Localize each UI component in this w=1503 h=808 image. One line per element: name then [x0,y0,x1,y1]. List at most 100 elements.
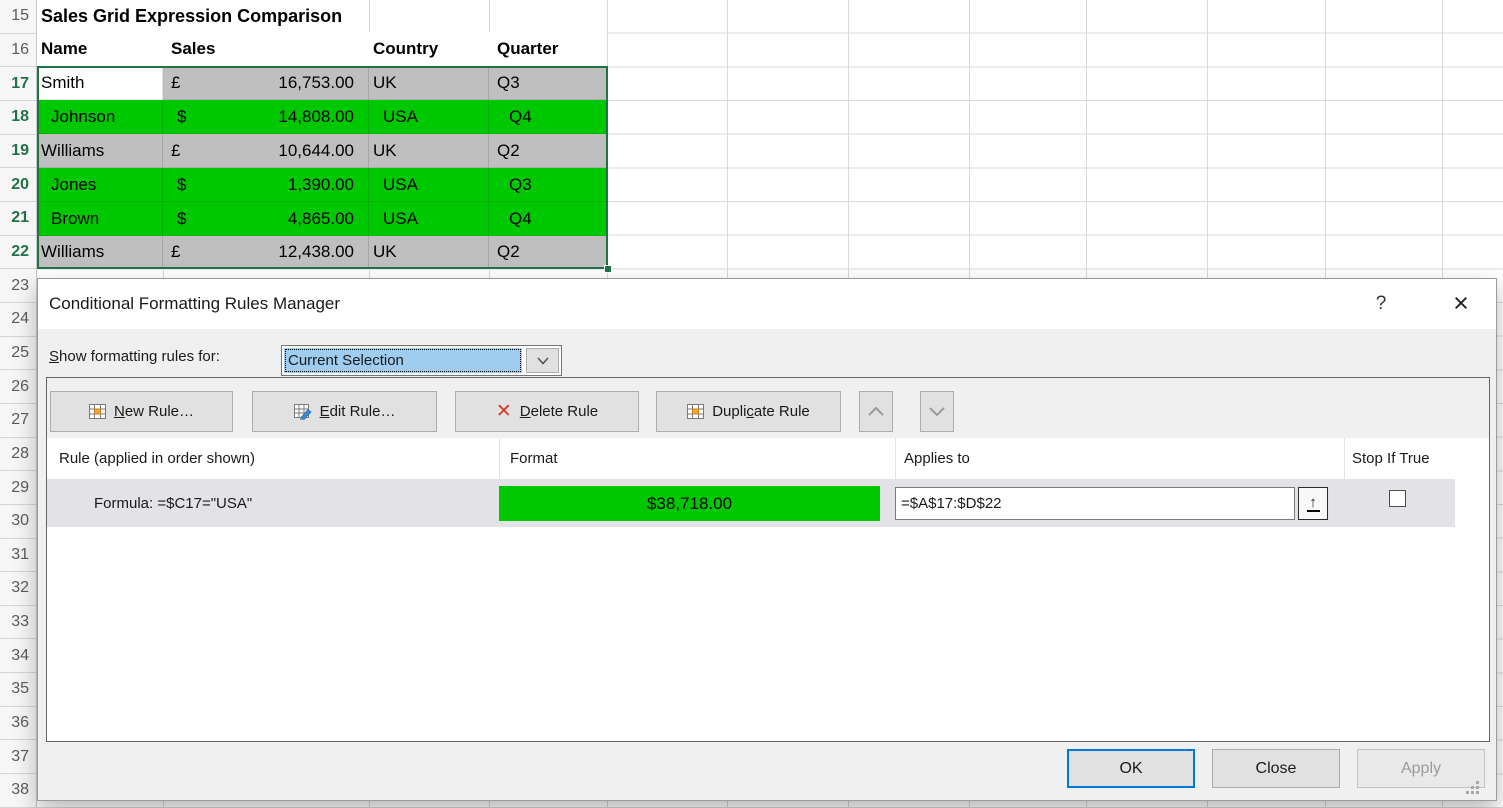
row-header-37[interactable]: 37 [0,740,36,774]
close-icon[interactable]: × [1444,286,1478,320]
row-header-32[interactable]: 32 [0,572,36,606]
cell-name[interactable]: Johnson [37,100,163,134]
cell-name[interactable]: Jones [37,168,163,202]
row-header-26[interactable]: 26 [0,370,36,404]
collapse-dialog-button[interactable]: ↑ [1298,487,1328,520]
chevron-down-icon[interactable] [526,348,559,373]
cell-quarter[interactable]: Q2 [489,134,607,168]
resize-grip[interactable] [1465,780,1480,795]
row-header-33[interactable]: 33 [0,606,36,640]
applies-to-input[interactable]: =$A$17:$D$22 [895,487,1295,520]
cell-sales[interactable]: $14,808.00 [163,100,369,134]
column-separator [499,438,500,479]
sheet-title-cell[interactable]: Sales Grid Expression Comparison [41,0,348,32]
new-rule-button[interactable]: New Rule… [50,391,233,432]
cell-sales[interactable]: $1,390.00 [163,168,369,202]
row-header-17[interactable]: 17 [0,67,36,101]
rule-list-item[interactable]: Formula: =$C17="USA" $38,718.00 =$A$17:$… [47,479,1455,527]
move-rule-up-button[interactable] [859,391,893,432]
row-header-15[interactable]: 15 [0,0,36,34]
cell-country[interactable]: UK [369,134,489,168]
duplicate-rule-button[interactable]: Duplicate Rule [656,391,841,432]
row-header-20[interactable]: 20 [0,168,36,202]
rules-list-header: Rule (applied in order shown) Format App… [47,438,1489,479]
row-header-19[interactable]: 19 [0,135,36,169]
cell-country[interactable]: USA [369,202,489,236]
cell-name[interactable]: Smith [37,66,163,100]
row-header-24[interactable]: 24 [0,303,36,337]
currency-symbol: $ [177,209,186,229]
cell-quarter[interactable]: Q3 [489,168,607,202]
row-header-36[interactable]: 36 [0,707,36,741]
row-header-21[interactable]: 21 [0,202,36,236]
cell-quarter[interactable]: Q4 [489,100,607,134]
sheet-row-22[interactable]: Williams £12,438.00 UK Q2 [37,236,607,269]
currency-symbol: £ [171,242,180,262]
chevron-up-icon [868,407,884,416]
show-rules-for-dropdown[interactable]: Current Selection [281,345,562,376]
row-header-23[interactable]: 23 [0,269,36,303]
cell-name[interactable]: Williams [37,134,163,168]
dialog-titlebar[interactable]: Conditional Formatting Rules Manager ? × [38,279,1496,329]
currency-symbol: $ [177,175,186,195]
cell-country[interactable]: USA [369,100,489,134]
dialog-title: Conditional Formatting Rules Manager [49,294,340,314]
row-header-18[interactable]: 18 [0,101,36,135]
ok-button[interactable]: OK [1067,749,1195,788]
row-header-28[interactable]: 28 [0,438,36,472]
collapse-arrow-icon: ↑ [1307,496,1320,512]
row-header-16[interactable]: 16 [0,34,36,68]
cell-name[interactable]: Brown [37,202,163,236]
rules-list-container: New Rule… Edit Rule… ✕ Delete Rule Dupli… [46,377,1490,742]
row-header-column: 1516171819202122232425262728293031323334… [0,0,37,808]
stop-if-true-checkbox[interactable] [1389,490,1406,507]
cell-country[interactable]: UK [369,236,489,269]
amount: 14,808.00 [278,107,354,127]
edit-rule-button[interactable]: Edit Rule… [252,391,437,432]
currency-symbol: £ [171,141,180,161]
sheet-row-17[interactable]: Smith £16,753.00 UK Q3 [37,66,607,100]
row-header-22[interactable]: 22 [0,236,36,270]
row-header-25[interactable]: 25 [0,337,36,371]
cell-country[interactable]: UK [369,66,489,100]
col-header-quarter[interactable]: Quarter [489,32,607,66]
row-header-35[interactable]: 35 [0,673,36,707]
amount: 12,438.00 [278,242,354,262]
currency-symbol: £ [171,73,180,93]
sheet-row-18[interactable]: Johnson $14,808.00 USA Q4 [37,100,607,134]
rule-formula-text: Formula: =$C17="USA" [94,479,252,527]
close-button[interactable]: Close [1212,749,1340,788]
col-header-country[interactable]: Country [369,32,489,66]
cell-sales[interactable]: $4,865.00 [163,202,369,236]
cell-quarter[interactable]: Q3 [489,66,607,100]
cell-quarter[interactable]: Q2 [489,236,607,269]
row-header-38[interactable]: 38 [0,774,36,808]
sheet-row-21[interactable]: Brown $4,865.00 USA Q4 [37,202,607,236]
sheet-row-20[interactable]: Jones $1,390.00 USA Q3 [37,168,607,202]
move-rule-down-button[interactable] [920,391,954,432]
delete-rule-button[interactable]: ✕ Delete Rule [455,391,639,432]
show-formatting-rules-label: Show formatting rules for: [49,348,220,365]
format-preview: $38,718.00 [499,486,880,521]
header-stop-if-true: Stop If True [1352,438,1430,479]
row-header-30[interactable]: 30 [0,505,36,539]
col-header-name[interactable]: Name [37,32,163,66]
cell-sales[interactable]: £10,644.00 [163,134,369,168]
col-header-sales[interactable]: Sales [163,32,369,66]
cell-sales[interactable]: £12,438.00 [163,236,369,269]
cell-sales[interactable]: £16,753.00 [163,66,369,100]
new-rule-label: New Rule… [114,403,194,420]
header-format: Format [510,438,558,479]
help-icon[interactable]: ? [1368,289,1394,319]
cell-name[interactable]: Williams [37,236,163,269]
row-header-29[interactable]: 29 [0,471,36,505]
red-x-icon: ✕ [496,402,512,421]
row-header-31[interactable]: 31 [0,539,36,573]
row-header-34[interactable]: 34 [0,639,36,673]
header-rule: Rule (applied in order shown) [59,438,255,479]
row-header-27[interactable]: 27 [0,404,36,438]
cell-quarter[interactable]: Q4 [489,202,607,236]
conditional-formatting-rules-manager-dialog: Conditional Formatting Rules Manager ? ×… [37,278,1497,801]
cell-country[interactable]: USA [369,168,489,202]
sheet-row-19[interactable]: Williams £10,644.00 UK Q2 [37,134,607,168]
